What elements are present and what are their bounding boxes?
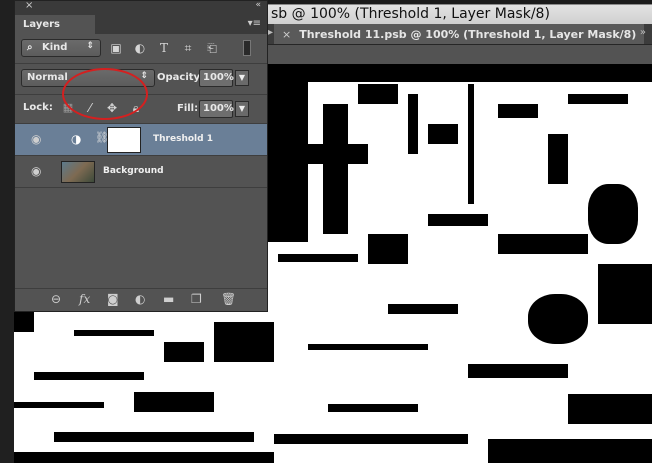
layer-thumbnail: [61, 161, 95, 183]
tab-layers[interactable]: Layers: [15, 15, 95, 34]
visibility-eye-icon[interactable]: ◉: [31, 164, 41, 178]
fill-dropdown-icon[interactable]: ▼: [235, 101, 249, 117]
visibility-eye-icon[interactable]: ◉: [31, 132, 41, 146]
folder-icon[interactable]: ▬: [163, 292, 174, 306]
panel-close-icon[interactable]: ×: [25, 0, 33, 11]
opacity-label: Opacity:: [157, 72, 205, 83]
left-edge: [0, 0, 14, 463]
dropdown-arrows-icon: ⇕: [86, 41, 94, 51]
opacity-value: 100%: [203, 72, 234, 83]
pixel-filter-icon[interactable]: ▣: [107, 40, 125, 56]
back-document-titlebar[interactable]: sb @ 100% (Threshold 1, Layer Mask/8): [262, 4, 652, 26]
opacity-dropdown-icon[interactable]: ▼: [235, 70, 249, 86]
layer-row-background[interactable]: ◉ Background: [15, 156, 267, 188]
canvas-lower-region[interactable]: [14, 312, 274, 463]
layers-panel: × « Layers ▾≡ ⌕ Kind ⇕ ▣ ◐ T ⌗ ⎗ Normal …: [14, 0, 268, 312]
trash-icon[interactable]: 🗑︎: [221, 292, 236, 306]
fill-input[interactable]: 100%: [199, 100, 234, 118]
layer-row-threshold[interactable]: ◉ ◑ ⛓ Threshold 1: [15, 124, 267, 156]
document-tab-title: Threshold 11.psb @ 100% (Threshold 1, La…: [299, 27, 637, 41]
filter-toggle-icon[interactable]: [243, 40, 251, 56]
type-filter-icon[interactable]: T: [155, 40, 173, 56]
layer-name: Background: [103, 166, 164, 176]
smart-object-filter-icon[interactable]: ⎗: [203, 40, 221, 56]
panel-tabrow: Layers ▾≡: [15, 15, 267, 34]
filter-kind-label: Kind: [42, 42, 68, 53]
tab-overflow-icon[interactable]: »: [640, 27, 646, 38]
new-layer-icon[interactable]: ❐: [191, 292, 202, 306]
panel-menu-icon[interactable]: ▾≡: [248, 18, 261, 29]
adjustment-layer-icon: ◑: [71, 132, 82, 146]
lock-label: Lock:: [23, 102, 53, 113]
shape-filter-icon[interactable]: ⌗: [179, 40, 197, 56]
document-canvas[interactable]: [268, 64, 652, 463]
panel-collapse-icon[interactable]: «: [255, 0, 261, 10]
panel-bottom-bar: ⊖ fx ◙ ◐ ▬ ❐ 🗑︎: [15, 288, 267, 311]
layer-name: Threshold 1: [153, 134, 213, 144]
back-document-title: sb @ 100% (Threshold 1, Layer Mask/8): [271, 6, 550, 22]
document-window: ▸ × Threshold 11.psb @ 100% (Threshold 1…: [268, 24, 652, 463]
blend-mode-value: Normal: [27, 72, 68, 83]
document-tabbar: ▸ × Threshold 11.psb @ 100% (Threshold 1…: [268, 24, 652, 45]
opacity-input[interactable]: 100%: [199, 69, 234, 87]
fill-label: Fill:: [177, 103, 199, 114]
highlight-oval: [62, 68, 148, 120]
search-icon: ⌕: [27, 42, 33, 53]
link-icon[interactable]: ⊖: [51, 292, 61, 306]
fill-value: 100%: [203, 103, 234, 114]
panel-header: × «: [15, 0, 267, 15]
fx-icon[interactable]: fx: [79, 292, 90, 306]
mask-icon[interactable]: ◙: [107, 292, 119, 306]
layer-filter-dropdown[interactable]: ⌕ Kind ⇕: [21, 39, 101, 57]
adjustment-icon[interactable]: ◐: [135, 292, 145, 306]
document-tab[interactable]: × Threshold 11.psb @ 100% (Threshold 1, …: [274, 24, 645, 44]
tab-close-icon[interactable]: ×: [282, 28, 291, 41]
adjustment-filter-icon[interactable]: ◐: [131, 40, 149, 56]
layer-mask-thumbnail[interactable]: [107, 127, 141, 153]
tab-scroll-left-icon[interactable]: ▸: [268, 27, 273, 38]
